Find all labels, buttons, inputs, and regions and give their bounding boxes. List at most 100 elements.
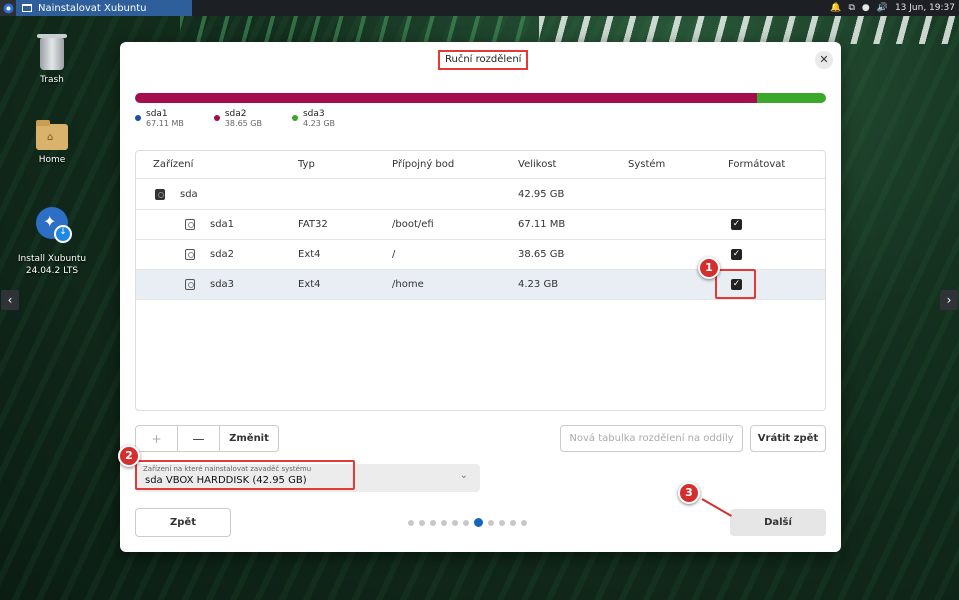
new-partition-table-button[interactable]: Nová tabulka rozdělení na oddíly — [560, 425, 743, 452]
column-header-device: Zařízení — [153, 159, 194, 170]
device-size: 42.95 GB — [518, 189, 565, 200]
progress-dot — [510, 519, 516, 526]
legend-name: sda1 — [146, 109, 168, 119]
column-header-system: Systém — [628, 159, 666, 170]
annotation-badge-1: 1 — [698, 257, 720, 279]
table-header-row: Zařízení Typ Přípojný bod Velikost Systé… — [136, 151, 825, 179]
back-button[interactable]: Zpět — [135, 508, 231, 537]
legend-item: sda2 38.65 GB — [213, 109, 262, 128]
partition-size: 67.11 MB — [518, 219, 566, 230]
desktop-icon-label: Home — [38, 155, 66, 165]
legend-name: sda2 — [224, 109, 247, 119]
progress-dot-current — [474, 518, 483, 527]
volume-icon[interactable]: 🔊 — [877, 3, 888, 13]
annotation-highlight-bootloader — [135, 460, 355, 490]
progress-dot — [499, 519, 505, 526]
chevron-down-icon: ⌄ — [459, 470, 468, 481]
progress-dot — [463, 519, 469, 526]
whisker-menu-button[interactable] — [0, 0, 16, 16]
partition-mount: /home — [392, 279, 424, 290]
table-row[interactable]: sda1 FAT32 /boot/efi 67.11 MB ✓ — [136, 210, 825, 240]
partition-size: 38.65 GB — [518, 249, 565, 260]
device-name: sda — [180, 189, 198, 200]
partition-type: Ext4 — [298, 249, 321, 260]
disk-legend: sda1 67.11 MB sda2 38.65 GB sda3 4.23 GB — [135, 109, 335, 128]
format-checkbox[interactable]: ✓ — [731, 219, 742, 230]
legend-dot — [291, 115, 298, 121]
progress-dot — [408, 519, 414, 526]
desktop-icon-home[interactable]: ⌂ Home — [7, 120, 97, 166]
table-row[interactable]: sda 42.95 GB — [136, 180, 825, 210]
progress-dot — [488, 519, 494, 526]
manual-partitioning-dialog: Ruční rozdělení ✕ sda1 67.11 MB sda2 38.65… — [118, 42, 841, 552]
progress-dot — [452, 519, 458, 526]
notification-bell-icon[interactable]: 🔔 — [830, 3, 841, 13]
partition-size: 4.23 GB — [518, 279, 559, 290]
desktop-icon-label: Install Xubuntu 24.04.2 LTS — [17, 254, 87, 276]
partition-mount: / — [392, 249, 396, 260]
system-tray: 🔔 ⧉ ● 🔊 13 Jun, 19:37 — [830, 3, 959, 13]
column-header-size: Velikost — [518, 159, 557, 170]
desktop-icon-install-xubuntu[interactable]: ✦ Install Xubuntu 24.04.2 LTS — [7, 197, 97, 287]
update-icon[interactable]: ● — [862, 3, 870, 13]
progress-dots — [408, 518, 527, 527]
column-header-format: Formátovat — [728, 159, 786, 170]
legend-item: sda1 67.11 MB — [135, 109, 184, 128]
column-header-type: Typ — [298, 159, 315, 170]
top-panel: Nainstalovat Xubuntu 🔔 ⧉ ● 🔊 13 Jun, 19:… — [0, 0, 959, 16]
legend-size: 4.23 GB — [302, 119, 336, 128]
legend-dot — [135, 115, 141, 121]
dialog-title: Ruční rozdělení — [438, 50, 529, 70]
device-name: sda2 — [210, 249, 235, 260]
revert-button[interactable]: Vrátit zpět — [750, 425, 826, 452]
annotation-badge-3: 3 — [678, 482, 700, 504]
progress-dot — [430, 519, 436, 526]
next-arrow-icon[interactable]: › — [940, 290, 958, 310]
remove-partition-button[interactable]: — — [178, 426, 220, 451]
legend-size: 67.11 MB — [146, 119, 184, 128]
annotation-arrow — [701, 498, 732, 517]
trash-icon — [37, 34, 67, 70]
table-row[interactable]: sda2 Ext4 / 38.65 GB ✓ — [136, 240, 825, 270]
taskbar-window-button[interactable]: Nainstalovat Xubuntu — [16, 0, 192, 16]
column-header-mount: Přípojný bod — [392, 159, 455, 170]
clock[interactable]: 13 Jun, 19:37 — [895, 3, 955, 13]
close-button[interactable]: ✕ — [815, 51, 833, 69]
partition-icon — [185, 249, 195, 260]
legend-item: sda3 4.23 GB — [291, 109, 336, 128]
change-partition-button[interactable]: Změnit — [220, 426, 278, 451]
previous-arrow-icon[interactable]: ‹ — [1, 290, 19, 310]
legend-dot — [213, 115, 220, 121]
network-icon[interactable]: ⧉ — [848, 3, 854, 13]
home-folder-icon: ⌂ — [36, 120, 68, 150]
desktop-icon-trash[interactable]: Trash — [7, 34, 97, 86]
progress-dot — [521, 519, 527, 526]
add-partition-button[interactable]: + — [136, 426, 178, 451]
disk-icon — [155, 189, 165, 200]
annotation-badge-2: 2 — [118, 445, 140, 467]
annotation-highlight-format — [715, 269, 756, 299]
device-name: sda1 — [210, 219, 235, 230]
window-icon — [22, 4, 32, 12]
partition-type: FAT32 — [298, 219, 328, 230]
wallpaper-stripes-light — [539, 16, 959, 44]
installer-icon: ✦ — [36, 207, 72, 243]
partition-type: Ext4 — [298, 279, 321, 290]
desktop-icon-label: Trash — [40, 75, 64, 85]
partition-icon — [185, 219, 195, 230]
disk-bar-segment-sda2 — [136, 93, 757, 103]
progress-dot — [441, 519, 447, 526]
partition-icon — [185, 279, 195, 290]
next-button[interactable]: Další — [730, 509, 826, 536]
device-name: sda3 — [210, 279, 235, 290]
disk-usage-bar — [135, 93, 826, 103]
progress-dot — [419, 519, 425, 526]
format-checkbox[interactable]: ✓ — [731, 249, 742, 260]
partition-toolbar: + — Změnit — [135, 425, 279, 452]
legend-size: 38.65 GB — [224, 119, 262, 128]
disk-bar-segment-sda3 — [757, 93, 826, 103]
partition-mount: /boot/efi — [392, 219, 434, 230]
wallpaper-stripes — [180, 16, 540, 42]
legend-name: sda3 — [302, 109, 325, 119]
xubuntu-logo-icon — [3, 3, 13, 13]
